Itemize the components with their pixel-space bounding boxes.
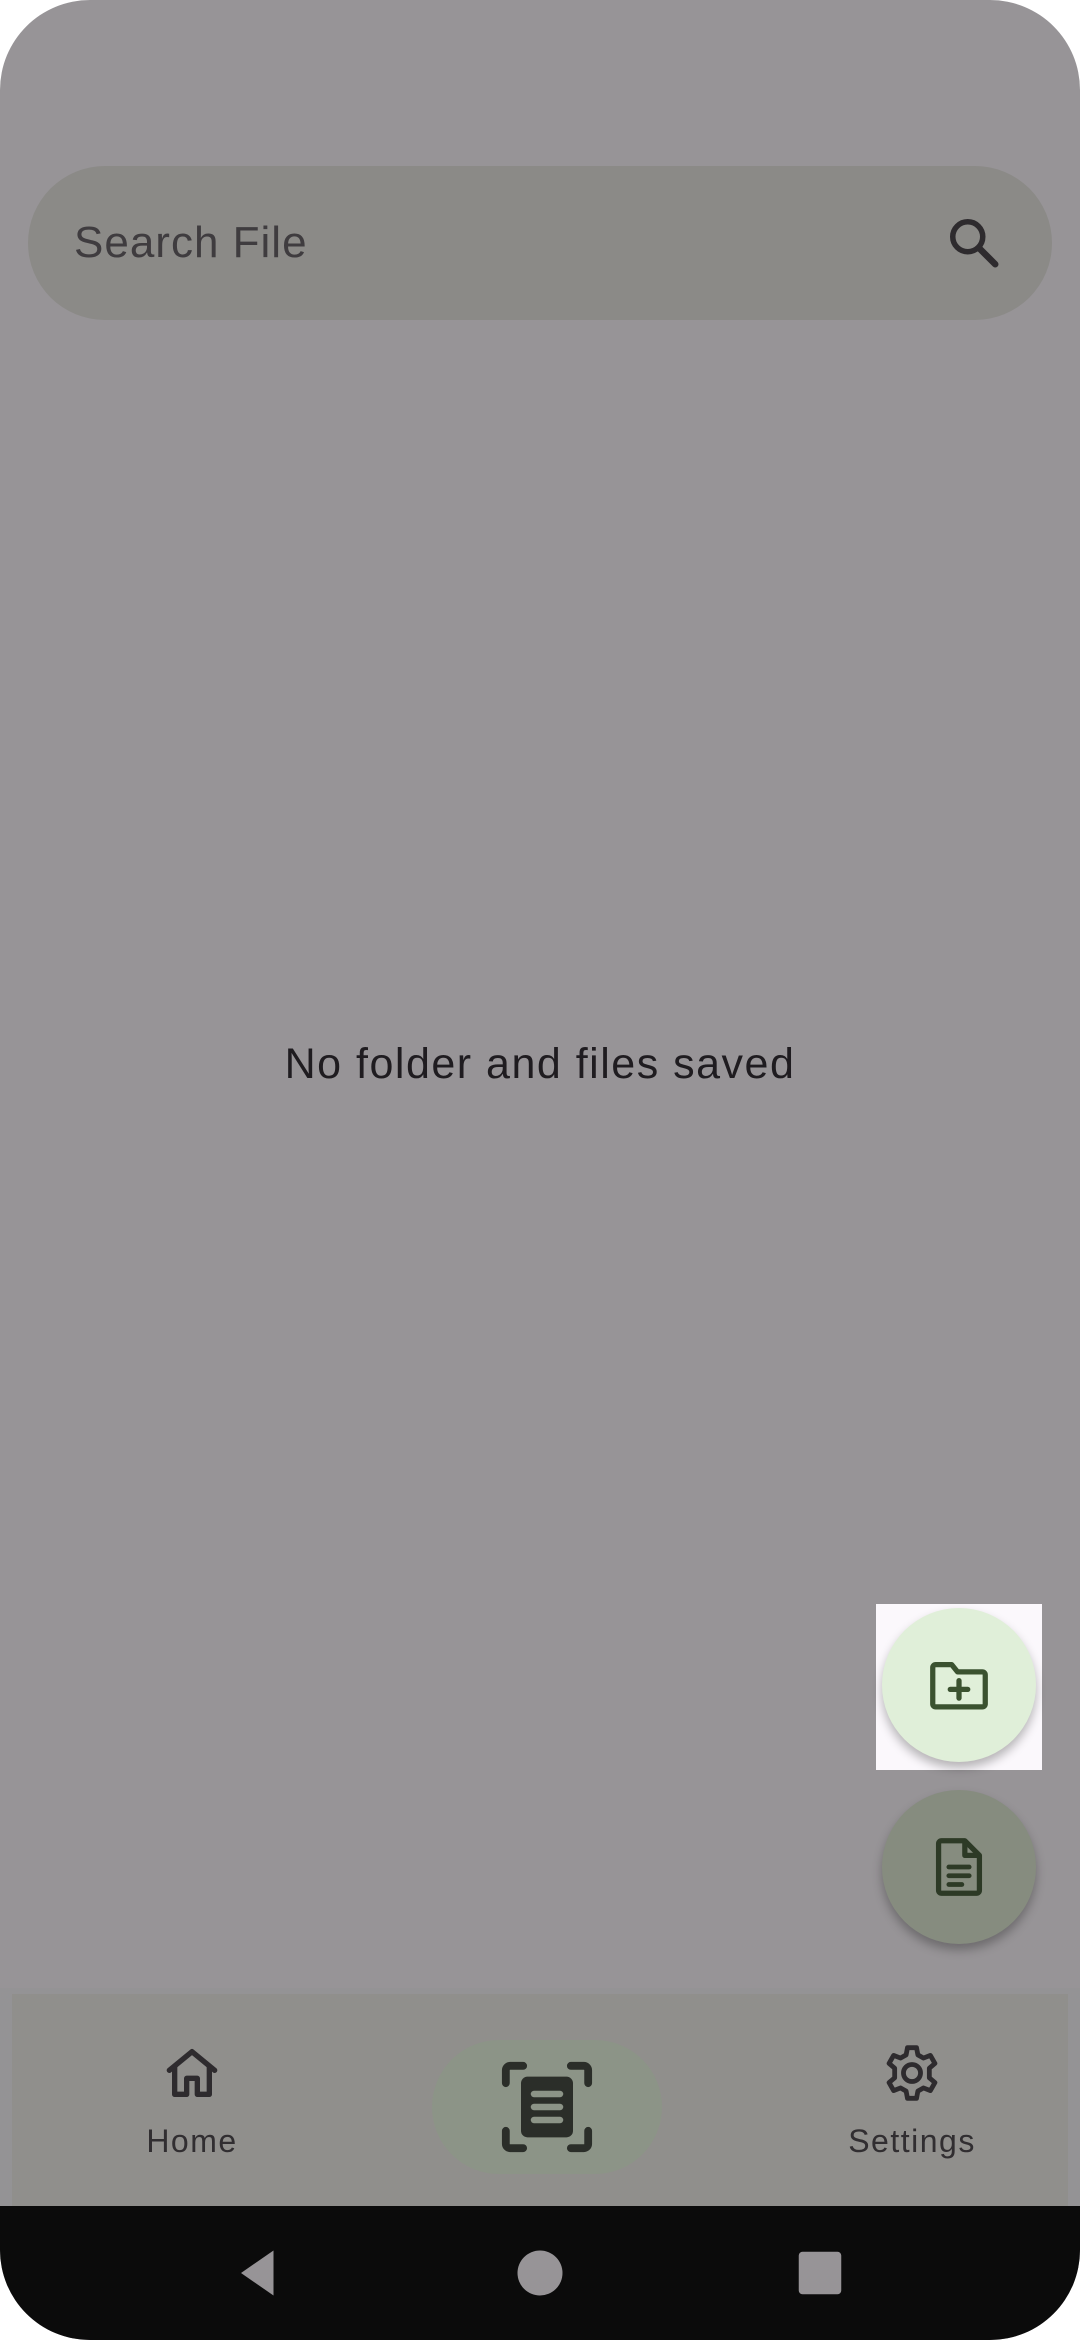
new-file-button[interactable] [882, 1790, 1036, 1944]
system-navigation-bar [0, 2206, 1080, 2340]
nav-item-settings[interactable]: Settings [812, 1994, 1012, 2206]
search-input[interactable]: Search File [74, 218, 308, 268]
scan-document-icon [501, 2061, 593, 2153]
home-circle-icon[interactable] [510, 2243, 570, 2303]
gear-icon [880, 2041, 944, 2105]
search-icon[interactable] [944, 213, 1004, 273]
recents-icon[interactable] [790, 2243, 850, 2303]
app-screen: Search File No folder and files saved Ho… [0, 0, 1080, 2340]
new-folder-button[interactable] [882, 1608, 1036, 1762]
nav-item-home[interactable]: Home [92, 1994, 292, 2206]
document-icon [935, 1838, 983, 1896]
folder-plus-icon [930, 1661, 988, 1710]
home-icon [160, 2041, 224, 2105]
status-bar [0, 0, 1080, 140]
bottom-navigation: Home Settings [0, 1988, 1080, 2206]
search-bar[interactable]: Search File [28, 166, 1052, 320]
empty-state-message: No folder and files saved [284, 1040, 796, 1088]
back-icon[interactable] [226, 2243, 286, 2303]
nav-label-home: Home [146, 2122, 238, 2159]
nav-label-settings: Settings [848, 2122, 976, 2159]
scan-document-button[interactable] [432, 2040, 662, 2174]
